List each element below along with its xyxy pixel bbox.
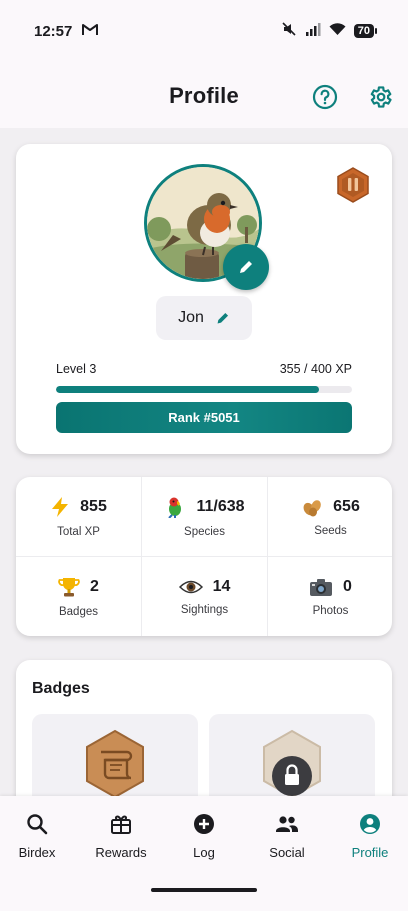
battery-indicator: 70 [353,24,378,38]
edit-avatar-button[interactable] [223,244,269,290]
mute-icon [281,21,297,41]
stat-label: Badges [58,605,98,618]
signal-icon [305,22,321,40]
stat-label: Total XP [57,525,100,538]
nav-label: Birdex [18,845,56,860]
username-chip[interactable]: Jon [156,296,252,340]
stat-value: 855 [80,497,107,515]
stat-sightings: 14 Sightings [142,557,267,636]
stat-label: Photos [312,604,349,617]
page-title: Profile [169,83,239,108]
rank-label: Rank #5051 [168,410,240,425]
stat-value: 2 [90,577,99,595]
nav-label: Log [193,845,215,860]
status-time: 12:57 [34,22,73,40]
people-icon [275,812,299,836]
stats-card: 855 Total XP 11/638 Species 656 Seeds 2 … [16,477,392,636]
stat-species: 11/638 Species [142,477,267,556]
tier-badge[interactable] [334,166,372,204]
search-icon [25,812,49,836]
stat-value: 11/638 [196,497,245,515]
help-icon [312,84,338,110]
scroll-badge-icon [86,729,144,799]
stat-seeds: 656 Seeds [268,477,392,556]
profile-card: Jon Level 3 355 / 400 XP Rank #5051 [16,144,392,454]
username: Jon [178,309,204,326]
stat-photos: 0 Photos [268,557,392,636]
stat-label: Seeds [314,524,347,537]
settings-button[interactable] [367,84,393,110]
stat-label: Sightings [180,603,229,616]
parrot-icon [168,497,182,518]
edit-name-pencil-icon [217,312,228,324]
eye-icon [178,580,203,593]
nav-item-log[interactable]: Log [164,812,244,860]
seeds-icon [303,499,321,516]
nav-item-birdex[interactable]: Birdex [0,812,77,860]
xp-progress-fill [56,386,319,393]
level-label: Level 3 [56,362,97,376]
app-header: Profile [0,64,408,128]
gear-icon [370,86,392,108]
xp-text: 355 / 400 XP [279,362,352,376]
stat-total-xp: 855 Total XP [16,477,141,556]
bottom-navigation: Birdex Rewards Log Social Profile [0,796,408,911]
rank-button[interactable]: Rank #5051 [56,402,352,433]
wifi-icon [329,22,346,40]
nav-item-social[interactable]: Social [247,812,327,860]
account-icon [358,812,382,836]
help-button[interactable] [312,84,338,110]
stat-value: 656 [333,497,360,515]
level-row: Level 3 355 / 400 XP [56,362,352,376]
stat-badges: 2 Badges [16,557,141,636]
nav-label: Rewards [95,845,147,860]
stat-value: 14 [212,577,231,595]
locked-badge-icon [263,729,321,799]
add-circle-icon [192,812,216,836]
trophy-icon [58,577,80,596]
nav-item-rewards[interactable]: Rewards [81,812,161,860]
nav-label: Social [269,845,305,860]
badges-section-title: Badges [32,680,90,697]
camera-icon [310,578,333,596]
nav-item-profile[interactable]: Profile [330,812,408,860]
nav-label: Profile [351,845,389,860]
home-indicator [151,888,257,892]
pencil-icon [240,261,252,273]
stat-value: 0 [343,577,352,595]
stat-label: Species [184,525,225,538]
bronze-tier-badge-icon [337,167,369,203]
gmail-icon [82,23,99,40]
xp-progress-bar [56,386,352,393]
status-bar: 12:57 70 [0,0,408,64]
gift-icon [109,812,133,836]
lightning-icon [52,496,69,517]
